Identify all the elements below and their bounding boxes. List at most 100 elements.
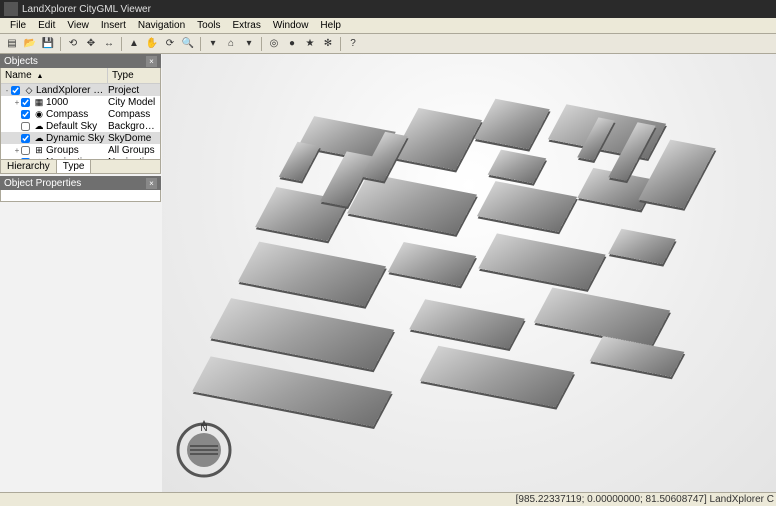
visibility-checkbox[interactable]: [21, 98, 30, 107]
node-icon: ⊞: [33, 145, 45, 155]
building-block: [608, 229, 676, 265]
sort-indicator-icon: ▲: [36, 73, 43, 80]
node-icon: ☁: [33, 133, 45, 143]
ptr-button[interactable]: ▲: [126, 36, 142, 52]
building-block: [409, 299, 525, 348]
3d-viewport[interactable]: N: [162, 54, 776, 492]
dot-button[interactable]: ●: [284, 36, 300, 52]
hand-button[interactable]: ✋: [144, 36, 160, 52]
building-block: [210, 298, 394, 370]
close-icon[interactable]: ×: [146, 56, 157, 67]
status-coords: [985.22337119; 0.00000000; 81.50608747] …: [516, 494, 774, 505]
menu-bar: FileEditViewInsertNavigationToolsExtrasW…: [0, 18, 776, 34]
separator: [121, 37, 122, 51]
visibility-checkbox[interactable]: [11, 86, 20, 95]
star-button[interactable]: ★: [302, 36, 318, 52]
save-button[interactable]: 💾: [40, 36, 56, 52]
tree-row[interactable]: - ◇LandXplorer ProjectProject: [1, 84, 160, 96]
node-type: All Groups: [108, 145, 158, 156]
tab-hierarchy[interactable]: Hierarchy: [1, 160, 57, 173]
window-title: LandXplorer CityGML Viewer: [22, 4, 151, 15]
objects-tabs: HierarchyType: [0, 160, 161, 174]
separator: [60, 37, 61, 51]
visibility-checkbox[interactable]: [21, 110, 30, 119]
objects-panel-title: Objects: [4, 56, 38, 67]
tab-type[interactable]: Type: [57, 160, 92, 173]
cog-button[interactable]: ✻: [320, 36, 336, 52]
node-type: Compass: [108, 109, 158, 120]
nav2-button[interactable]: ✥: [83, 36, 99, 52]
app-icon: [4, 2, 18, 16]
tree-row[interactable]: ☁Dynamic SkySkyDome: [1, 132, 160, 144]
menu-help[interactable]: Help: [314, 19, 347, 32]
menu-window[interactable]: Window: [267, 19, 315, 32]
node-icon: ☁: [33, 121, 45, 131]
node-icon: ◉: [33, 109, 45, 119]
menu-view[interactable]: View: [61, 19, 95, 32]
open-button[interactable]: 📂: [22, 36, 38, 52]
doc-button[interactable]: ▤: [4, 36, 20, 52]
tree-row[interactable]: + ⊞GroupsAll Groups: [1, 144, 160, 156]
menu-file[interactable]: File: [4, 19, 32, 32]
menu-insert[interactable]: Insert: [95, 19, 132, 32]
separator: [200, 37, 201, 51]
tree-row[interactable]: ◉CompassCompass: [1, 108, 160, 120]
menu-tools[interactable]: Tools: [191, 19, 226, 32]
properties-body: [0, 190, 161, 202]
building-block: [488, 150, 547, 184]
tree-header[interactable]: Name ▲ Type: [1, 68, 160, 84]
node-name: Default Sky: [45, 121, 108, 132]
expand-icon[interactable]: -: [3, 86, 11, 95]
col-type-header[interactable]: Type: [108, 68, 160, 83]
tgt-button[interactable]: ◎: [266, 36, 282, 52]
col-name-label: Name: [5, 70, 32, 81]
properties-panel: Object Properties ×: [0, 176, 161, 202]
node-name: Compass: [45, 109, 108, 120]
col-name-header[interactable]: Name ▲: [1, 68, 108, 83]
node-type: SkyDome: [108, 133, 158, 144]
workspace: Objects × Name ▲ Type - ◇LandXplorer Proj…: [0, 54, 776, 492]
node-icon: ▦: [33, 97, 45, 107]
properties-panel-title: Object Properties: [4, 178, 81, 189]
status-bar: [985.22337119; 0.00000000; 81.50608747] …: [0, 492, 776, 506]
expand-icon[interactable]: +: [13, 98, 21, 107]
node-type: City Model: [108, 97, 158, 108]
node-type: Background: [108, 121, 158, 132]
house-button[interactable]: ⌂: [223, 36, 239, 52]
visibility-checkbox[interactable]: [21, 122, 30, 131]
node-name: LandXplorer Project: [35, 85, 108, 96]
tree-row[interactable]: +▦1000City Model: [1, 96, 160, 108]
rot-button[interactable]: ⟳: [162, 36, 178, 52]
expand-icon[interactable]: +: [13, 146, 21, 155]
building-block: [420, 346, 575, 407]
objects-tree[interactable]: Name ▲ Type - ◇LandXplorer ProjectProject…: [0, 68, 161, 160]
building-block: [238, 242, 386, 307]
menu-navigation[interactable]: Navigation: [132, 19, 191, 32]
building-block: [474, 99, 550, 150]
objects-panel-header: Objects ×: [0, 54, 161, 68]
node-icon: ◇: [23, 85, 35, 95]
q-button[interactable]: ?: [345, 36, 361, 52]
dd2-button[interactable]: ▾: [241, 36, 257, 52]
nav3-button[interactable]: ↔: [101, 36, 117, 52]
visibility-checkbox[interactable]: [21, 146, 30, 155]
title-bar: LandXplorer CityGML Viewer: [0, 0, 776, 18]
separator: [261, 37, 262, 51]
side-panel: Objects × Name ▲ Type - ◇LandXplorer Proj…: [0, 54, 161, 202]
node-type: Project: [108, 85, 158, 96]
node-name: Groups: [45, 145, 108, 156]
dd-button[interactable]: ▾: [205, 36, 221, 52]
menu-extras[interactable]: Extras: [227, 19, 267, 32]
building-block: [279, 142, 320, 181]
zoom-button[interactable]: 🔍: [180, 36, 196, 52]
close-icon[interactable]: ×: [146, 178, 157, 189]
tree-row[interactable]: ☁Default SkyBackground: [1, 120, 160, 132]
compass-widget[interactable]: N: [174, 420, 234, 480]
compass-n-label: N: [200, 423, 207, 434]
separator: [340, 37, 341, 51]
node-name: Dynamic Sky: [45, 133, 108, 144]
visibility-checkbox[interactable]: [21, 134, 30, 143]
building-block: [590, 336, 685, 377]
nav1-button[interactable]: ⟲: [65, 36, 81, 52]
menu-edit[interactable]: Edit: [32, 19, 61, 32]
